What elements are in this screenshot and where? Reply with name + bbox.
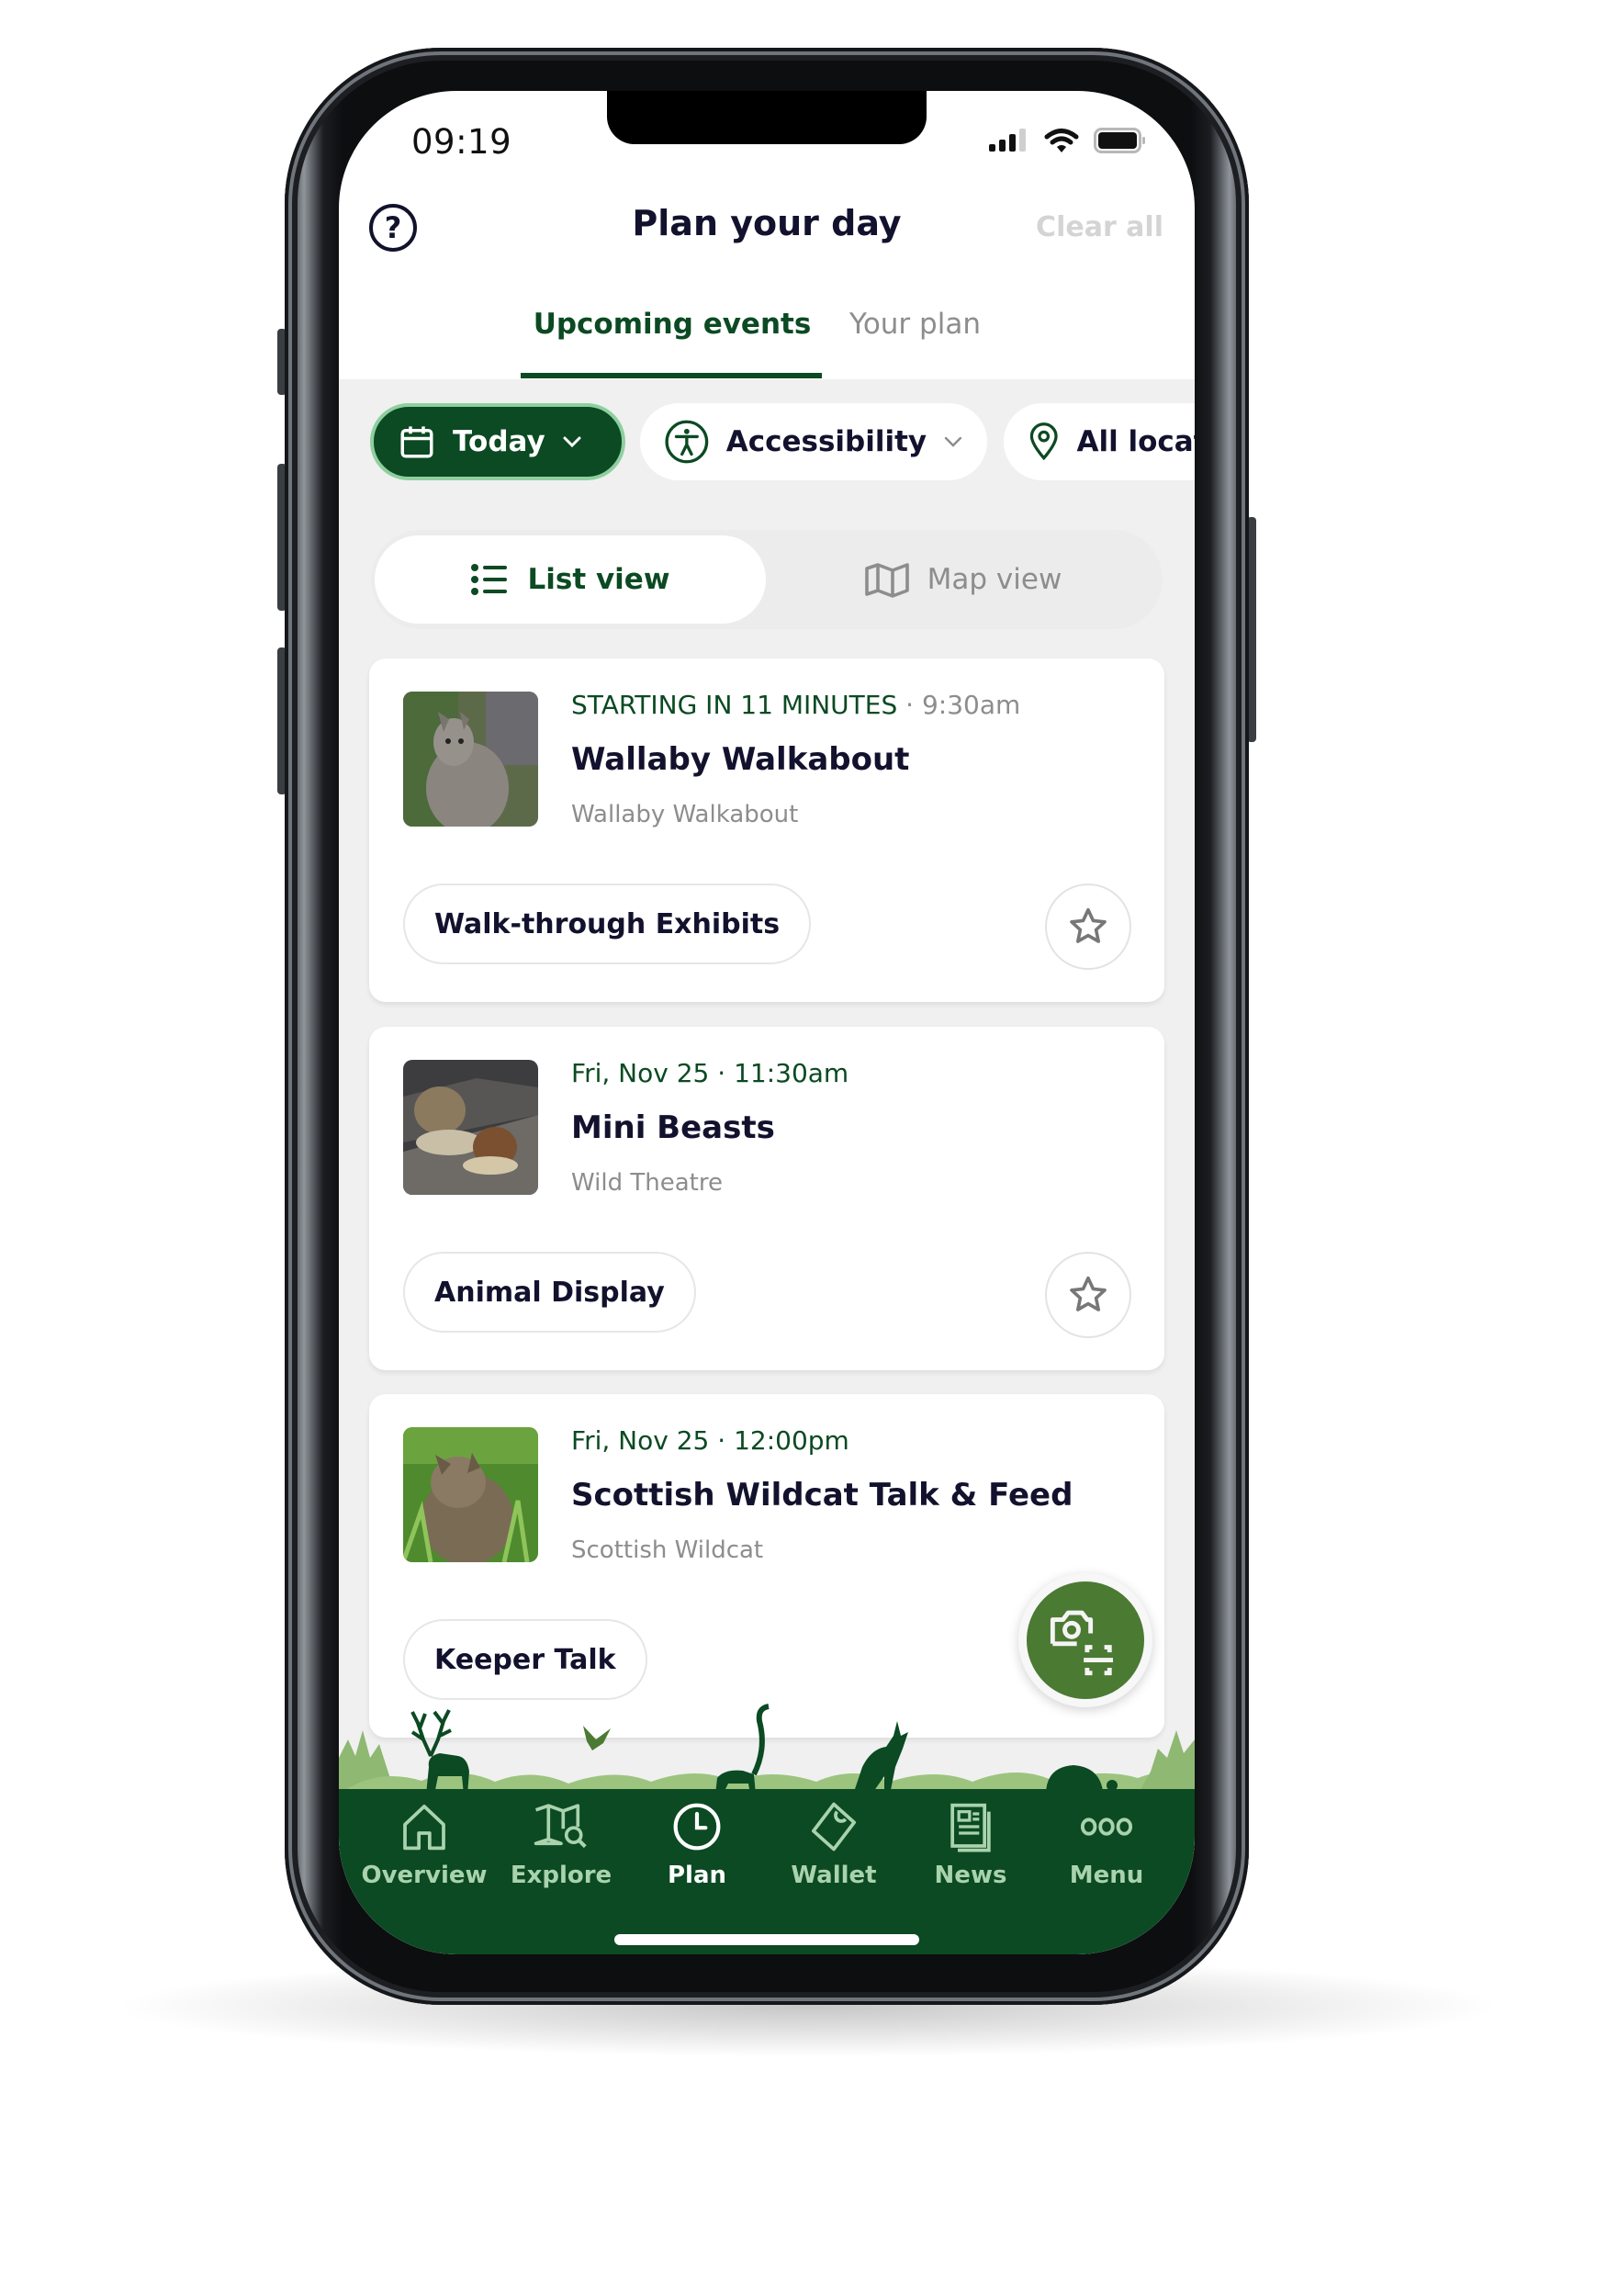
- nav-wallet[interactable]: Wallet: [770, 1801, 898, 1889]
- filter-all-locations[interactable]: All locations: [1004, 403, 1195, 480]
- star-icon: [1070, 907, 1107, 943]
- separator-dot: ·: [905, 690, 922, 720]
- filter-today[interactable]: Today: [370, 403, 625, 480]
- list-icon: [470, 564, 507, 595]
- clear-all-button[interactable]: Clear all: [1036, 211, 1163, 243]
- nav-menu[interactable]: Menu: [1042, 1801, 1171, 1889]
- map-view-button[interactable]: Map view: [766, 535, 1159, 624]
- snails-photo: [403, 1060, 538, 1195]
- home-indicator[interactable]: [614, 1934, 919, 1945]
- favorite-button[interactable]: [1045, 884, 1131, 970]
- scan-fab-button[interactable]: [1018, 1573, 1152, 1707]
- list-view-label: List view: [527, 563, 670, 596]
- filter-all-locations-label: All locations: [1076, 425, 1195, 458]
- event-meta: Fri, Nov 25 · 12:00pm: [571, 1425, 849, 1456]
- event-title: Wallaby Walkabout: [571, 741, 910, 778]
- location-pin-icon: [1029, 422, 1058, 461]
- event-date: Fri, Nov 25: [571, 1425, 710, 1456]
- event-location: Wallaby Walkabout: [571, 801, 799, 828]
- nav-news-label: News: [934, 1862, 1007, 1889]
- signal-icon: [989, 129, 1026, 152]
- active-tab-indicator: [521, 373, 822, 378]
- favorite-button[interactable]: [1045, 1252, 1131, 1338]
- filter-today-label: Today: [453, 425, 545, 458]
- chevron-down-icon: [563, 436, 581, 448]
- event-time: 9:30am: [921, 690, 1021, 720]
- nav-plan-label: Plan: [667, 1862, 727, 1889]
- bird-silhouette: [583, 1726, 611, 1750]
- status-time: 09:19: [411, 122, 512, 162]
- event-card[interactable]: Fri, Nov 25 · 11:30am Mini Beasts Wild T…: [369, 1027, 1164, 1370]
- wildlife-silhouette-banner: [339, 1704, 1195, 1795]
- event-status: STARTING IN 11 MINUTES: [571, 690, 898, 720]
- event-time: 12:00pm: [734, 1425, 849, 1456]
- filter-accessibility-label: Accessibility: [725, 425, 927, 458]
- event-date: Fri, Nov 25: [571, 1058, 710, 1088]
- star-icon: [1070, 1276, 1107, 1311]
- event-time: 11:30am: [734, 1058, 849, 1088]
- event-location: Scottish Wildcat: [571, 1536, 764, 1564]
- fern-right: [1138, 1730, 1195, 1795]
- clock-icon: [673, 1803, 721, 1851]
- nav-explore-label: Explore: [510, 1862, 612, 1889]
- accessibility-icon: [665, 420, 709, 464]
- view-toggle: List view Map view: [371, 530, 1163, 629]
- event-meta: Fri, Nov 25 · 11:30am: [571, 1058, 848, 1088]
- separator-dot: ·: [717, 1425, 735, 1456]
- nav-overview[interactable]: Overview: [360, 1801, 489, 1889]
- nav-wallet-label: Wallet: [791, 1862, 877, 1889]
- status-icons: [989, 128, 1147, 153]
- event-category-tag[interactable]: Walk-through Exhibits: [403, 884, 812, 964]
- event-location: Wild Theatre: [571, 1169, 723, 1197]
- event-category-tag[interactable]: Keeper Talk: [403, 1619, 647, 1700]
- camera-scan-icon: [1050, 1610, 1113, 1676]
- wallaby-photo: [403, 692, 538, 827]
- filter-chips: Today Accessibility All locations: [370, 403, 1195, 484]
- map-icon: [864, 563, 909, 598]
- list-view-button[interactable]: List view: [375, 535, 766, 624]
- separator-dot: ·: [717, 1058, 735, 1088]
- home-icon: [403, 1804, 445, 1851]
- battery-icon: [1094, 128, 1145, 153]
- nav-news[interactable]: News: [906, 1801, 1035, 1889]
- notch: [607, 91, 927, 144]
- filter-accessibility[interactable]: Accessibility: [640, 403, 987, 480]
- event-card[interactable]: STARTING IN 11 MINUTES · 9:30am Wallaby …: [369, 658, 1164, 1002]
- wallet-ticket-icon: [811, 1802, 857, 1851]
- event-title: Scottish Wildcat Talk & Feed: [571, 1477, 1073, 1514]
- event-title: Mini Beasts: [571, 1109, 775, 1146]
- calendar-icon: [400, 426, 433, 458]
- tab-upcoming-events[interactable]: Upcoming events: [523, 308, 822, 341]
- more-dots-icon: [1080, 1818, 1133, 1836]
- nav-menu-label: Menu: [1069, 1862, 1144, 1889]
- chevron-down-icon: [944, 436, 962, 447]
- nav-explore[interactable]: Explore: [497, 1801, 625, 1889]
- map-view-label: Map view: [927, 563, 1062, 596]
- wildcat-photo: [403, 1427, 538, 1562]
- newspaper-icon: [950, 1803, 991, 1852]
- map-search-icon: [534, 1804, 587, 1849]
- app-screen: 09:19 ? Plan your day Clear all Upcoming…: [339, 91, 1195, 1954]
- event-meta: STARTING IN 11 MINUTES · 9:30am: [571, 690, 1020, 720]
- nav-plan[interactable]: Plan: [633, 1801, 761, 1889]
- event-category-tag[interactable]: Animal Display: [403, 1252, 696, 1333]
- nav-overview-label: Overview: [361, 1862, 488, 1889]
- tab-your-plan[interactable]: Your plan: [849, 308, 981, 341]
- wifi-icon: [1044, 129, 1079, 152]
